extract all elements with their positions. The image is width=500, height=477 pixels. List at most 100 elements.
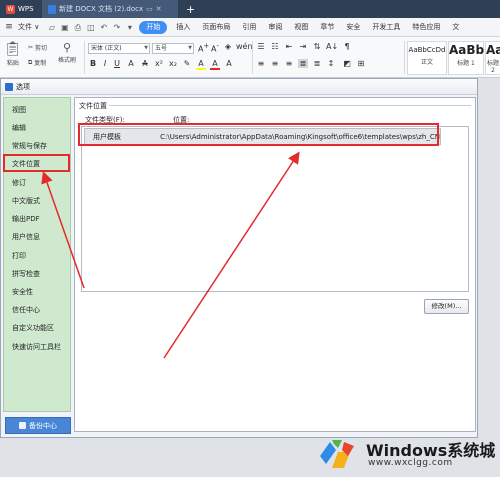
cut-label: 剪切 [35,45,48,52]
font-size-select[interactable]: 五号 ▼ [152,43,194,54]
menu-developer[interactable]: 开发工具 [366,21,406,34]
format-painter-button[interactable]: ⚲ 格式刷 [58,41,76,64]
menu-start[interactable]: 开始 [139,20,168,34]
more-icon[interactable]: ▾ [124,22,135,33]
subscript-icon[interactable]: x₂ [168,59,178,68]
chevron-down-icon: ▼ [144,45,148,51]
strikethrough-icon[interactable]: A [140,59,150,68]
bold-icon[interactable]: B [88,59,98,68]
paste-button[interactable]: 📋︎ 粘贴 [4,41,22,67]
sidebar-item-print[interactable]: 打印 [12,251,26,261]
sidebar-item-customize-ribbon[interactable]: 自定义功能区 [12,323,54,333]
copy-button[interactable]: ⧉ 复制 [28,58,46,68]
menu-insert[interactable]: 插入 [170,21,196,34]
sort-icon[interactable]: A↓ [326,42,338,51]
modify-button[interactable]: 修改(M)... [424,299,469,314]
align-right-icon[interactable]: ≡ [284,59,294,68]
backup-icon [19,422,26,429]
align-center-icon[interactable]: ≡ [270,59,280,68]
style-normal-sample: AaBbCcDd [408,46,446,54]
highlight-icon[interactable]: ✎ [182,59,192,68]
sidebar-item-quick-access[interactable]: 快速访问工具栏 [12,342,61,352]
grow-font-icon[interactable]: A+ [198,42,209,54]
file-menu[interactable]: 文件 ∨ [16,22,45,32]
preview-icon[interactable]: ◫ [85,22,96,33]
style-heading-1-caption: 标题 1 [457,60,475,67]
tab-document[interactable]: 新建 DOCX 文档 (2).docx ▭ ✕ [42,0,178,18]
italic-icon[interactable]: I [100,59,110,68]
menu-bar: ≡ 文件 ∨ ▱ ▣ ⎙ ◫ ↶ ↷ ▾ 开始 插入 页面布局 引用 审阅 视图… [0,18,500,37]
font-name-select[interactable]: 宋体 (正文) ▼ [88,43,150,54]
backup-center-button[interactable]: 备份中心 [5,417,71,434]
line-spacing-icon[interactable]: ↕ [326,59,336,68]
ribbon: 📋︎ 粘贴 ✂ 剪切 ⧉ 复制 ⚲ 格式刷 宋体 (正文) ▼ 五号 ▼ A+ … [0,37,500,78]
options-sidebar: 视图 编辑 常规与保存 文件位置 修订 中文版式 输出PDF 用户信息 打印 拼… [3,97,71,412]
sidebar-item-view[interactable]: 视图 [12,105,26,115]
sidebar-item-edit[interactable]: 编辑 [12,123,26,133]
show-marks-icon[interactable]: ¶ [342,42,352,51]
ribbon-divider [404,41,405,74]
style-heading-1[interactable]: AaBb 标题 1 [448,41,484,75]
style-heading-2[interactable]: AaBb 标题 2 [485,41,500,75]
style-normal[interactable]: AaBbCcDd 正文 [407,41,447,75]
align-left-icon[interactable]: ≡ [256,59,266,68]
menu-view[interactable]: 视图 [288,21,314,34]
font-color-icon[interactable]: A [210,59,220,70]
shading-icon[interactable]: ◩ [342,59,352,68]
scissors-icon: ✂ [28,44,34,51]
menu-icon[interactable]: ≡ [2,22,16,32]
menu-more[interactable]: 文 [446,21,465,34]
paste-icon: 📋︎ [4,41,22,57]
backup-center-label: 备份中心 [29,421,57,430]
phonetic-icon[interactable]: wén [236,42,253,51]
underline-icon[interactable]: U [112,59,122,68]
chinese-layout-icon[interactable]: ⇅ [312,42,322,51]
superscript-icon[interactable]: x² [154,59,164,68]
menu-page-layout[interactable]: 页面布局 [196,21,236,34]
file-location-list[interactable]: 用户模板 C:\Users\Administrator\AppData\Roam… [81,126,469,292]
menu-section[interactable]: 章节 [314,21,340,34]
add-tab-icon[interactable]: + [178,0,203,18]
borders-icon[interactable]: ⊞ [356,59,366,68]
justify-icon[interactable]: ≣ [298,59,308,68]
clear-format-icon[interactable]: ◈ [223,42,233,51]
tab-wps-home[interactable]: W WPS [0,0,42,18]
print-icon[interactable]: ⎙ [72,22,83,33]
sidebar-item-user-info[interactable]: 用户信息 [12,232,40,242]
file-location-panel: 文件位置 文件类型(F): 位置: 用户模板 C:\Users\Administ… [74,97,476,432]
decrease-indent-icon[interactable]: ⇤ [284,42,294,51]
style-heading-2-sample: AaBb [486,43,500,57]
redo-icon[interactable]: ↷ [111,22,122,33]
text-highlight-icon[interactable]: A [196,59,206,70]
menu-review[interactable]: 审阅 [262,21,288,34]
menu-references[interactable]: 引用 [236,21,262,34]
sidebar-item-spell-check[interactable]: 拼写检查 [12,269,40,279]
cut-button[interactable]: ✂ 剪切 [28,43,47,52]
bullets-icon[interactable]: ☰ [256,42,266,51]
distributed-icon[interactable]: ≣ [312,59,322,68]
increase-indent-icon[interactable]: ⇥ [298,42,308,51]
sidebar-item-chinese-layout[interactable]: 中文版式 [12,196,40,206]
sidebar-item-general-save[interactable]: 常规与保存 [12,141,47,151]
format-painter-label: 格式刷 [58,57,77,64]
numbering-icon[interactable]: ☷ [270,42,280,51]
ribbon-divider [84,41,85,74]
undo-icon[interactable]: ↶ [98,22,109,33]
font-effect-icon[interactable]: A [126,59,136,68]
monitor-icon[interactable]: ▭ [146,5,153,13]
group-label: 文件位置 [79,102,107,110]
sidebar-item-security[interactable]: 安全性 [12,287,33,297]
char-shading-icon[interactable]: A [224,59,234,68]
menu-features[interactable]: 特色应用 [406,21,446,34]
close-tab-icon[interactable]: ✕ [156,5,162,13]
style-heading-2-caption: 标题 2 [486,60,499,74]
open-icon[interactable]: ▱ [46,22,57,33]
sidebar-item-revision[interactable]: 修订 [12,178,26,188]
save-icon[interactable]: ▣ [59,22,70,33]
sidebar-item-trust-center[interactable]: 信任中心 [12,305,40,315]
dialog-title: 选项 [16,82,30,91]
menu-security[interactable]: 安全 [340,21,366,34]
ribbon-divider [252,41,253,74]
shrink-font-icon[interactable]: A- [210,42,220,54]
sidebar-item-export-pdf[interactable]: 输出PDF [12,214,40,224]
